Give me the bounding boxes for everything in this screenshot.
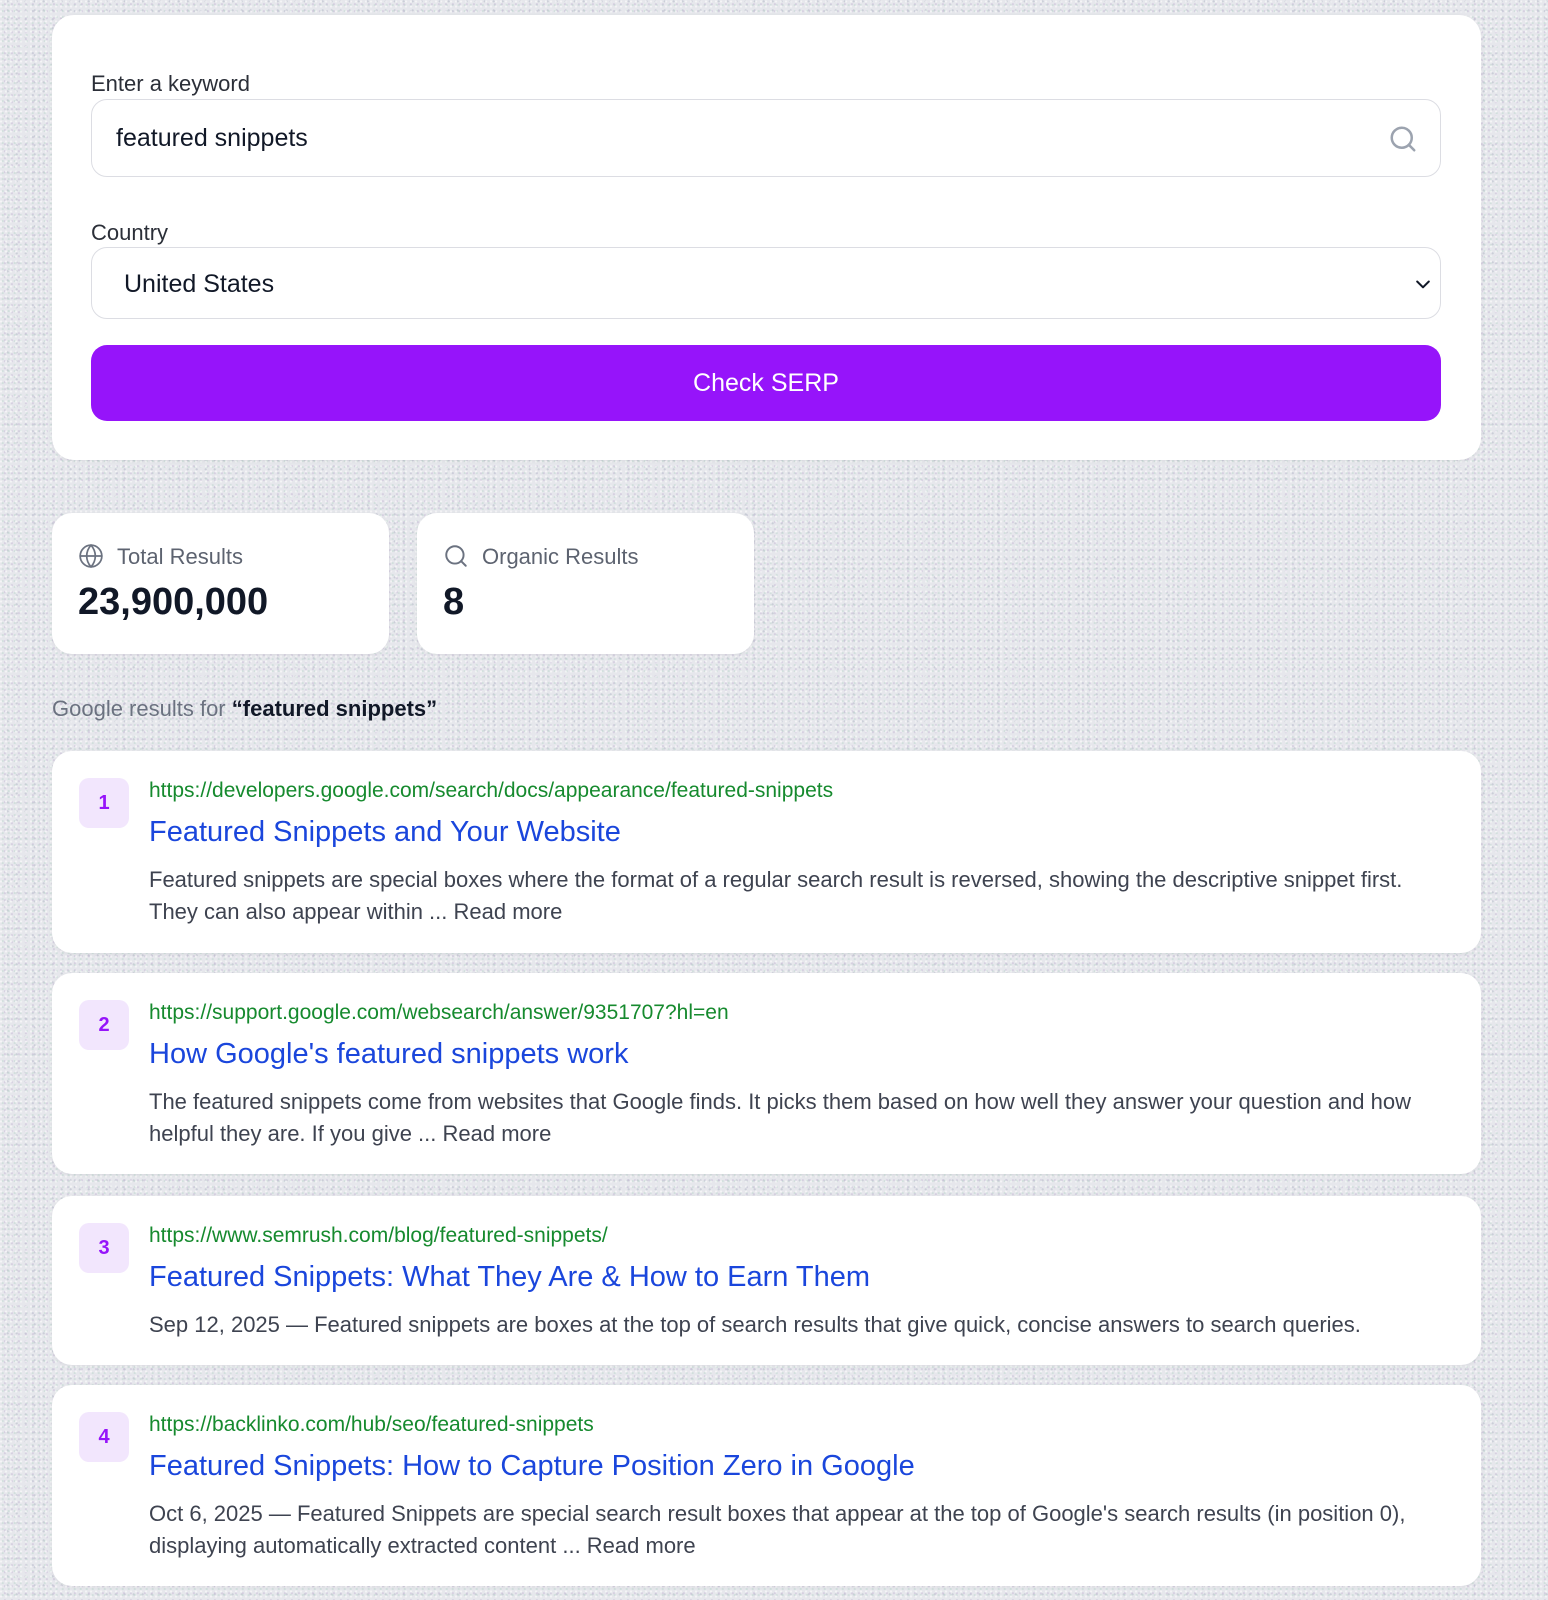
total-results-label: Total Results [117, 544, 243, 569]
country-selected-value: United States [124, 270, 275, 298]
results-heading-query: “featured snippets” [231, 696, 438, 721]
chevron-down-icon [1416, 280, 1430, 289]
result-title-link[interactable]: How Google's featured snippets work [149, 1038, 628, 1071]
rank-badge: 3 [79, 1223, 129, 1273]
rank-badge: 4 [79, 1412, 129, 1462]
rank-badge: 1 [79, 778, 129, 828]
result-url[interactable]: https://support.google.com/websearch/ans… [149, 1001, 729, 1025]
keyword-input[interactable] [116, 100, 1346, 176]
total-results-card: Total Results 23,900,000 [52, 513, 389, 654]
organic-results-label: Organic Results [482, 544, 639, 569]
country-label: Country [91, 220, 169, 245]
results-heading: Google results for “featured snippets” [52, 696, 437, 722]
organic-results-card: Organic Results 8 [417, 513, 754, 654]
keyword-label: Enter a keyword [91, 71, 250, 96]
result-snippet: Sep 12, 2025 — Featured snippets are box… [149, 1312, 1361, 1337]
result-title-link[interactable]: Featured Snippets and Your Website [149, 816, 621, 849]
result-snippet: The featured snippets come from websites… [149, 1089, 1412, 1146]
organic-results-value: 8 [443, 581, 465, 623]
result-card: 4 https://backlinko.com/hub/seo/featured… [52, 1385, 1481, 1586]
globe-icon [79, 543, 103, 569]
result-url[interactable]: https://developers.google.com/search/doc… [149, 779, 833, 803]
search-icon [445, 545, 467, 567]
search-icon[interactable] [1388, 124, 1418, 154]
result-url[interactable]: https://backlinko.com/hub/seo/featured-s… [149, 1413, 594, 1437]
country-select[interactable]: United States [91, 247, 1441, 319]
result-title-link[interactable]: Featured Snippets: What They Are & How t… [149, 1261, 870, 1294]
rank-badge: 2 [79, 1000, 129, 1050]
result-title-link[interactable]: Featured Snippets: How to Capture Positi… [149, 1450, 915, 1483]
result-url[interactable]: https://www.semrush.com/blog/featured-sn… [149, 1224, 608, 1248]
serp-search-form: Enter a keyword Country United States Ch… [52, 15, 1481, 460]
result-card: 2 https://support.google.com/websearch/a… [52, 973, 1481, 1174]
check-serp-button[interactable]: Check SERP [91, 345, 1441, 421]
total-results-value: 23,900,000 [78, 581, 269, 623]
keyword-field[interactable] [91, 99, 1441, 177]
result-card: 1 https://developers.google.com/search/d… [52, 751, 1481, 953]
result-snippet: Featured snippets are special boxes wher… [149, 867, 1403, 924]
result-snippet: Oct 6, 2025 — Featured Snippets are spec… [149, 1501, 1406, 1558]
results-heading-prefix: Google results for [52, 696, 226, 721]
result-card: 3 https://www.semrush.com/blog/featured-… [52, 1196, 1481, 1365]
